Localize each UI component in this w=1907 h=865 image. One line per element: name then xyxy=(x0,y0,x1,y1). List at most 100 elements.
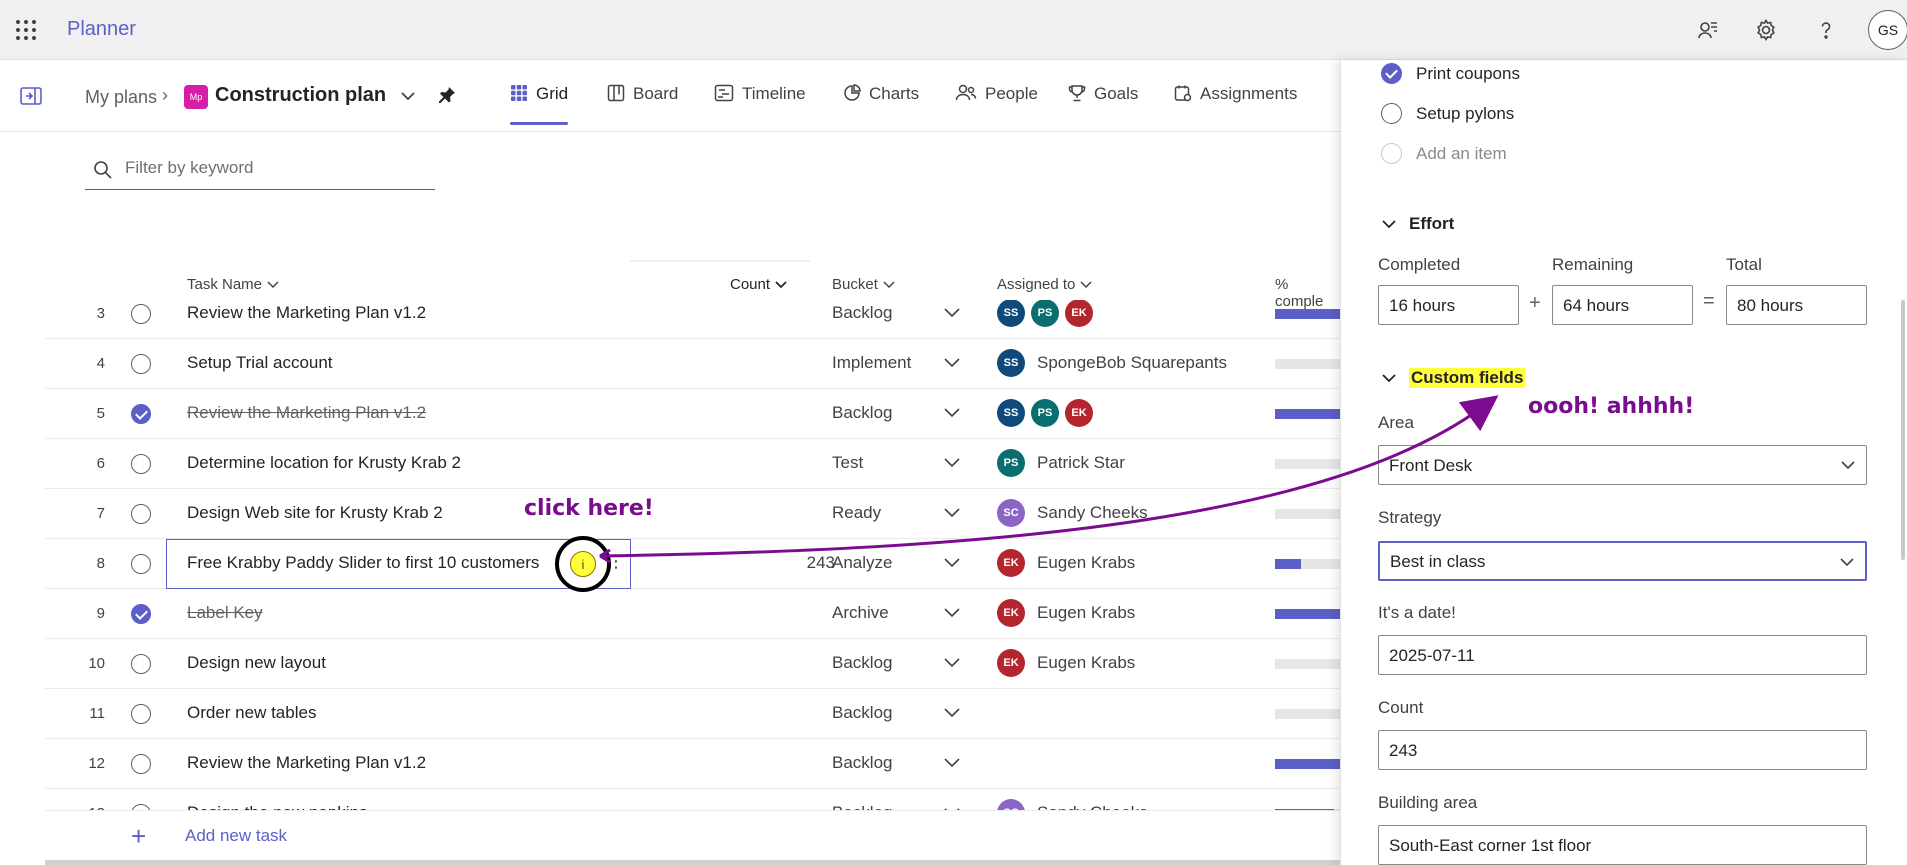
checkbox[interactable] xyxy=(1381,63,1402,84)
table-row[interactable]: 3 Review the Marketing Plan v1.2 Backlog SS… xyxy=(45,300,1340,339)
tab-people[interactable]: People xyxy=(955,84,1038,124)
task-complete-checkbox[interactable] xyxy=(131,354,151,374)
chevron-down-icon[interactable] xyxy=(943,607,961,619)
filter-input[interactable] xyxy=(125,158,425,178)
task-complete-checkbox[interactable] xyxy=(131,504,151,524)
chevron-down-icon[interactable] xyxy=(943,357,961,369)
assigned-to-cell[interactable]: EK Eugen Krabs xyxy=(997,649,1135,677)
task-name[interactable]: Design the new napkins xyxy=(187,803,368,810)
task-name[interactable]: Review the Marketing Plan v1.2 xyxy=(187,753,426,773)
checkbox[interactable] xyxy=(1381,103,1402,124)
task-complete-checkbox[interactable] xyxy=(131,704,151,724)
chevron-down-icon[interactable] xyxy=(943,757,961,769)
assigned-to-cell[interactable]: EK Eugen Krabs xyxy=(997,549,1135,577)
pin-icon[interactable] xyxy=(438,86,456,104)
checklist-item[interactable]: Setup pylons xyxy=(1381,103,1514,124)
tab-charts[interactable]: Charts xyxy=(843,84,919,124)
chevron-down-icon[interactable] xyxy=(943,457,961,469)
assigned-to-cell[interactable]: SS PS EK xyxy=(997,399,1093,427)
tab-assignments[interactable]: Assignments xyxy=(1174,84,1297,124)
task-name[interactable]: Setup Trial account xyxy=(187,353,333,373)
custom-fields-section-header[interactable]: Custom fields xyxy=(1381,368,1526,388)
remaining-hours-input[interactable]: 64 hours xyxy=(1552,285,1693,325)
more-options-icon[interactable]: ⋮ xyxy=(607,551,625,572)
count-input[interactable]: 243 xyxy=(1378,730,1867,770)
info-icon[interactable]: i xyxy=(570,551,596,577)
chevron-down-icon[interactable] xyxy=(943,507,961,519)
add-task-button[interactable]: Add new task xyxy=(185,826,287,846)
assigned-to-cell[interactable]: SS SpongeBob Squarepants xyxy=(997,349,1227,377)
bucket-cell[interactable]: Archive xyxy=(832,603,889,623)
collapse-nav-icon[interactable] xyxy=(20,86,42,106)
tab-grid[interactable]: Grid xyxy=(510,84,569,125)
effort-section-header[interactable]: Effort xyxy=(1381,214,1454,234)
column-header-assigned-to[interactable]: Assigned to xyxy=(997,276,1093,293)
task-name[interactable]: Design new layout xyxy=(187,653,326,673)
chevron-down-icon[interactable] xyxy=(943,307,961,319)
task-complete-checkbox[interactable] xyxy=(131,604,151,624)
app-launcher-icon[interactable] xyxy=(14,18,38,42)
task-complete-checkbox[interactable] xyxy=(131,304,151,324)
total-hours-input[interactable]: 80 hours xyxy=(1726,285,1867,325)
copilot-icon[interactable] xyxy=(1692,14,1724,46)
table-row[interactable]: 13Design the new napkinsBacklogSCSandy C… xyxy=(45,789,1340,810)
table-row[interactable]: 4 Setup Trial account Implement SS SpongeBob… xyxy=(45,339,1340,389)
assigned-to-cell[interactable]: SS PS EK xyxy=(997,300,1093,327)
table-row[interactable]: 5 Review the Marketing Plan v1.2 Backlog SS… xyxy=(45,389,1340,439)
panel-scrollbar[interactable] xyxy=(1901,300,1905,560)
date-input[interactable]: 2025-07-11 xyxy=(1378,635,1867,675)
chevron-down-icon[interactable] xyxy=(400,90,416,102)
bucket-cell[interactable]: Ready xyxy=(832,503,881,523)
bucket-cell[interactable]: Analyze xyxy=(832,553,892,573)
bucket-cell[interactable]: Backlog xyxy=(832,303,892,323)
bucket-cell[interactable]: Backlog xyxy=(832,403,892,423)
user-avatar[interactable]: GS xyxy=(1868,10,1907,50)
task-complete-checkbox[interactable] xyxy=(131,654,151,674)
bucket-cell[interactable]: Implement xyxy=(832,353,911,373)
help-icon[interactable] xyxy=(1810,14,1842,46)
chevron-down-icon[interactable] xyxy=(943,407,961,419)
bucket-cell[interactable]: Backlog xyxy=(832,753,892,773)
table-row[interactable]: 11 Order new tables Backlog xyxy=(45,689,1340,739)
app-name[interactable]: Planner xyxy=(67,18,136,41)
task-complete-checkbox[interactable] xyxy=(131,554,151,574)
task-name[interactable]: Order new tables xyxy=(187,703,316,723)
table-row[interactable]: 6 Determine location for Krusty Krab 2 Tes… xyxy=(45,439,1340,489)
column-header-count[interactable]: Count xyxy=(730,276,788,293)
task-name[interactable]: Review the Marketing Plan v1.2 xyxy=(187,303,426,323)
horizontal-scrollbar[interactable] xyxy=(45,860,1340,865)
bucket-cell[interactable]: Backlog xyxy=(832,653,892,673)
column-header-task-name[interactable]: Task Name xyxy=(187,276,280,293)
tab-timeline[interactable]: Timeline xyxy=(714,84,806,124)
chevron-down-icon[interactable] xyxy=(943,707,961,719)
assigned-to-cell[interactable]: SC Sandy Cheeks xyxy=(997,499,1148,527)
table-row[interactable]: 8 Free Krabby Paddy Slider to first 10 cu… xyxy=(45,536,1340,592)
tab-board[interactable]: Board xyxy=(607,84,678,124)
task-name[interactable]: Label Key xyxy=(187,603,263,623)
assigned-to-cell[interactable]: SC Sandy Cheeks xyxy=(997,799,1148,810)
completed-hours-input[interactable]: 16 hours xyxy=(1378,285,1519,325)
count-cell[interactable]: 243 xyxy=(695,553,835,573)
task-name[interactable]: Review the Marketing Plan v1.2 xyxy=(187,403,426,423)
area-dropdown[interactable]: Front Desk xyxy=(1378,445,1867,485)
tab-goals[interactable]: Goals xyxy=(1068,84,1138,124)
building-area-input[interactable]: South-East corner 1st floor xyxy=(1378,825,1867,865)
table-row[interactable]: 10 Design new layout Backlog EK Eugen Krabs xyxy=(45,639,1340,689)
task-name[interactable]: Determine location for Krusty Krab 2 xyxy=(187,453,461,473)
table-row[interactable]: 9 Label Key Archive EK Eugen Krabs xyxy=(45,589,1340,639)
task-complete-checkbox[interactable] xyxy=(131,754,151,774)
table-row[interactable]: 12 Review the Marketing Plan v1.2 Backlog xyxy=(45,739,1340,789)
add-checklist-item[interactable]: Add an item xyxy=(1381,143,1507,164)
chevron-down-icon[interactable] xyxy=(943,557,961,569)
checklist-item[interactable]: Print coupons xyxy=(1381,63,1520,84)
bucket-cell[interactable]: Backlog xyxy=(832,803,892,810)
table-row[interactable]: 7 Design Web site for Krusty Krab 2 Ready S… xyxy=(45,489,1340,539)
plan-title[interactable]: Construction plan xyxy=(215,84,386,107)
column-header-bucket[interactable]: Bucket xyxy=(832,276,896,293)
task-name[interactable]: Design Web site for Krusty Krab 2 xyxy=(187,503,443,523)
bucket-cell[interactable]: Test xyxy=(832,453,863,473)
add-task-row[interactable]: + Add new task xyxy=(45,810,1340,860)
breadcrumb-my-plans[interactable]: My plans xyxy=(85,87,157,108)
assigned-to-cell[interactable]: EK Eugen Krabs xyxy=(997,599,1135,627)
settings-icon[interactable] xyxy=(1750,14,1782,46)
